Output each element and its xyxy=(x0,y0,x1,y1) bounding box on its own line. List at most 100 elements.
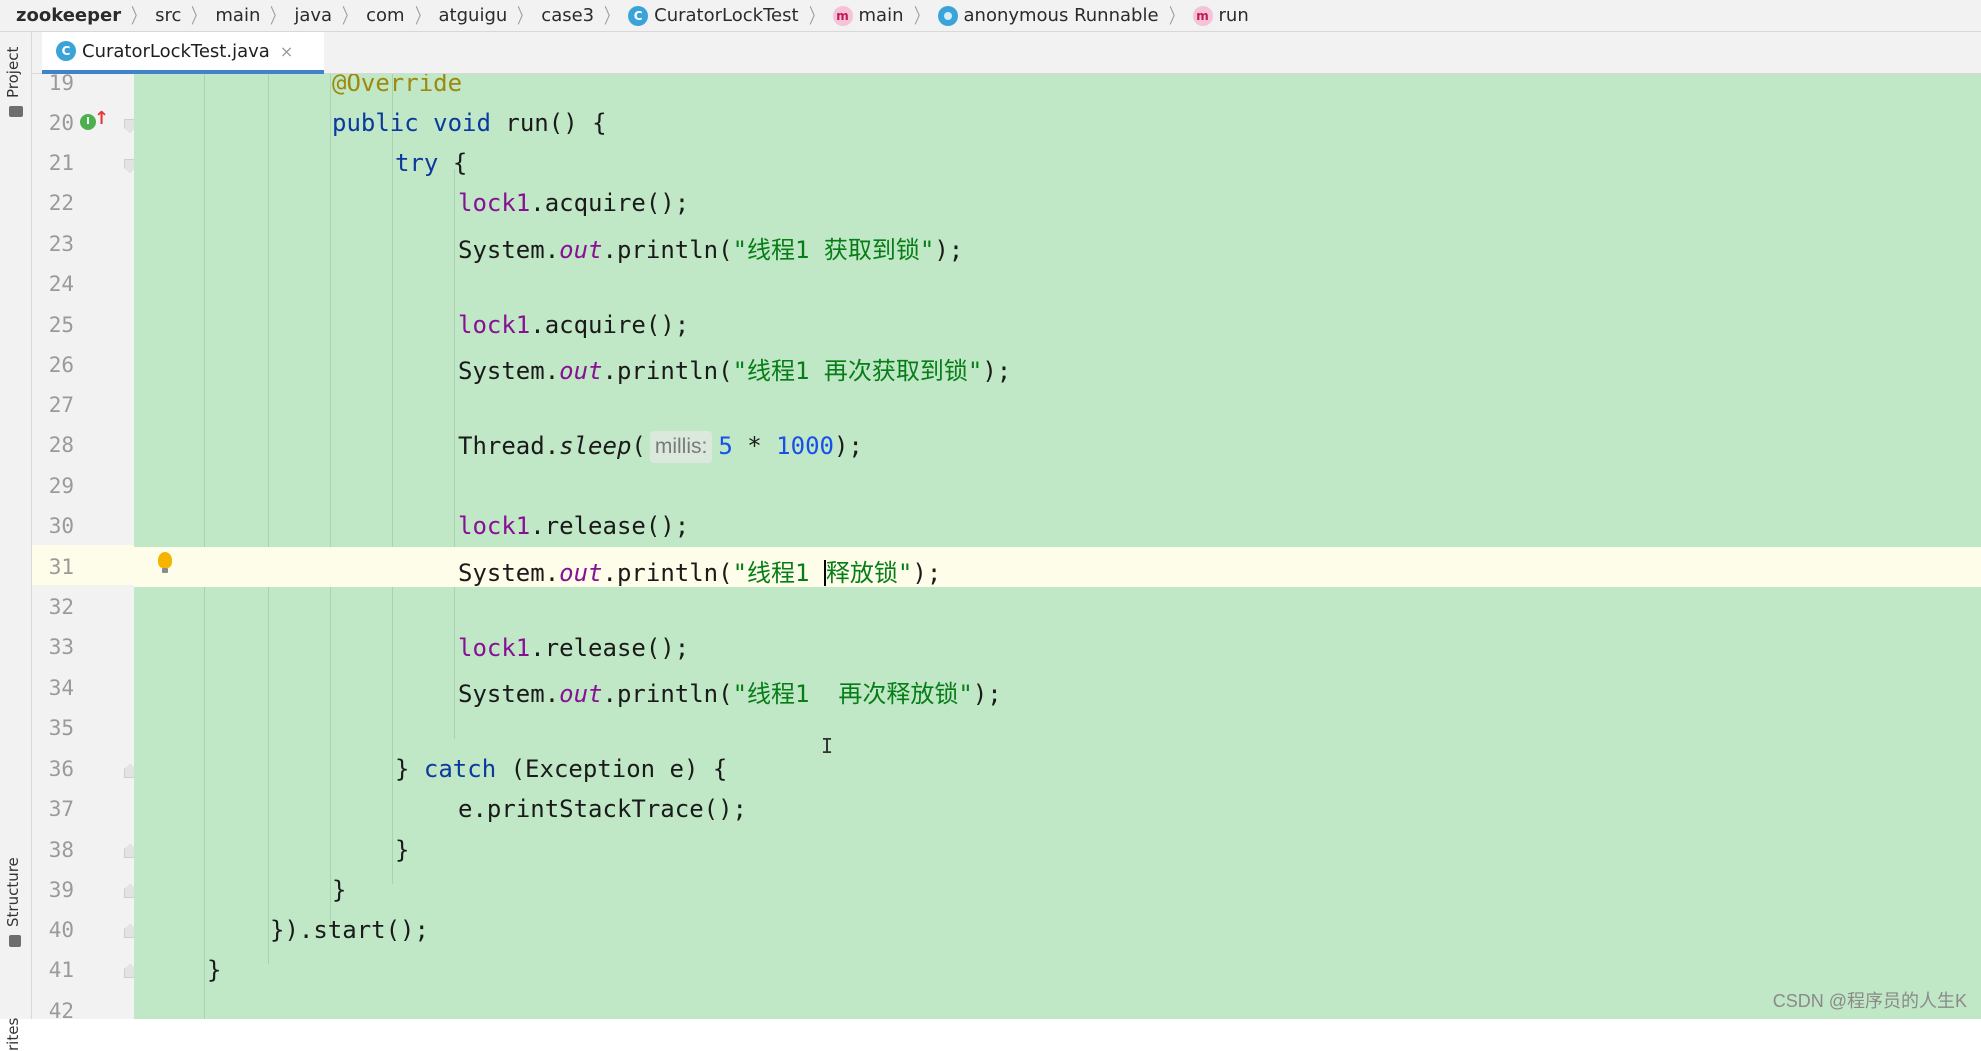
code-line-39: } xyxy=(332,876,346,904)
keyword-token: try xyxy=(395,149,439,177)
line-number[interactable]: 40 xyxy=(32,918,74,942)
breadcrumb-item-project[interactable]: zookeeper xyxy=(16,5,121,26)
code-token: .acquire(); xyxy=(530,189,690,217)
lightbulb-icon[interactable] xyxy=(158,552,172,573)
line-number[interactable]: 32 xyxy=(32,595,74,619)
code-line-23: System.out.println("线程1 获取到锁"); xyxy=(458,230,963,265)
code-token: .println( xyxy=(602,236,733,264)
line-number[interactable]: 28 xyxy=(32,433,74,457)
breadcrumb-item-main[interactable]: main xyxy=(215,5,260,26)
structure-tool-button[interactable]: Structure xyxy=(4,857,22,927)
folder-icon[interactable] xyxy=(9,106,23,117)
keyword-token: void xyxy=(433,109,491,137)
line-number[interactable]: 19 xyxy=(32,71,74,95)
line-number[interactable]: 23 xyxy=(32,232,74,256)
code-token: ( xyxy=(631,432,646,460)
keyword-token: catch xyxy=(423,755,497,783)
line-number[interactable]: 24 xyxy=(32,272,74,296)
project-tool-button[interactable]: Project xyxy=(4,47,22,98)
line-number[interactable]: 27 xyxy=(32,393,74,417)
parameter-hint: millis: xyxy=(649,431,713,463)
line-number[interactable]: 21 xyxy=(32,151,74,175)
code-token: .release(); xyxy=(530,634,690,662)
chevron-right-icon: 〉 xyxy=(342,3,357,28)
code-token: .println( xyxy=(602,357,733,385)
code-token: System. xyxy=(458,559,560,587)
line-number[interactable]: 34 xyxy=(32,676,74,700)
breadcrumb-item-method-main[interactable]: m main xyxy=(832,5,904,26)
close-icon[interactable]: × xyxy=(280,42,293,61)
code-token: } xyxy=(207,956,222,984)
static-field-token: out xyxy=(559,559,603,587)
breadcrumb-item-class[interactable]: C CuratorLockTest xyxy=(628,5,799,26)
code-token: .release(); xyxy=(530,512,690,540)
code-line-41: } xyxy=(207,956,221,984)
line-number[interactable]: 42 xyxy=(32,999,74,1023)
line-number[interactable]: 29 xyxy=(32,474,74,498)
code-token: ); xyxy=(934,236,964,264)
chevron-right-icon: 〉 xyxy=(270,3,285,28)
code-line-33: lock1.release(); xyxy=(458,634,689,662)
breadcrumb-item-java[interactable]: java xyxy=(294,5,332,26)
field-token: lock1 xyxy=(458,512,531,540)
breadcrumb-item-atguigu[interactable]: atguigu xyxy=(439,5,508,26)
method-token: sleep xyxy=(559,432,632,460)
static-field-token: out xyxy=(559,357,603,385)
structure-icon[interactable] xyxy=(9,935,21,947)
watermark: CSDN @程序员的人生K xyxy=(1772,991,1967,1011)
editor-gutter: 19 20 21 22 23 24 25 26 27 28 29 30 31 3… xyxy=(32,71,136,1023)
line-number[interactable]: 25 xyxy=(32,313,74,337)
breadcrumb-item-case3[interactable]: case3 xyxy=(541,5,594,26)
breadcrumb-item-anonymous[interactable]: anonymous Runnable xyxy=(937,5,1159,26)
string-token: "线程1 再次释放锁" xyxy=(732,680,973,708)
line-number-current[interactable]: 31 xyxy=(32,555,74,579)
tool-window-strip: Project Structure rites xyxy=(0,32,32,1051)
code-line-31: System.out.println("线程1 释放锁"); xyxy=(458,553,941,588)
chevron-right-icon: 〉 xyxy=(604,3,619,28)
line-number[interactable]: 30 xyxy=(32,514,74,538)
line-number[interactable]: 36 xyxy=(32,757,74,781)
method-icon: m xyxy=(832,5,853,26)
line-number[interactable]: 39 xyxy=(32,878,74,902)
line-number[interactable]: 26 xyxy=(32,353,74,377)
mouse-ibeam-cursor: I xyxy=(821,734,834,758)
line-number[interactable]: 38 xyxy=(32,838,74,862)
line-number[interactable]: 20 xyxy=(32,111,74,135)
indent-guide xyxy=(392,74,393,884)
line-number[interactable]: 22 xyxy=(32,191,74,215)
static-field-token: out xyxy=(559,680,603,708)
keyword-token: public xyxy=(332,109,419,137)
code-line-38: } xyxy=(395,836,409,864)
arrow-up-icon[interactable]: ↑ xyxy=(94,108,109,129)
field-token: lock1 xyxy=(458,634,531,662)
code-editor[interactable]: @Override public void run() { try { lock… xyxy=(134,74,1981,1019)
breadcrumb-item-src[interactable]: src xyxy=(155,5,181,26)
line-number[interactable]: 33 xyxy=(32,635,74,659)
line-number[interactable]: 35 xyxy=(32,716,74,740)
breadcrumb-item-class-label: CuratorLockTest xyxy=(654,5,799,26)
line-number[interactable]: 41 xyxy=(32,958,74,982)
favorites-tool-button[interactable]: rites xyxy=(4,1018,22,1051)
code-token: ); xyxy=(982,357,1012,385)
indent-guide xyxy=(330,74,331,924)
code-token: } xyxy=(395,755,424,783)
code-line-25: lock1.acquire(); xyxy=(458,311,689,339)
code-line-20: public void run() { xyxy=(332,109,607,137)
code-line-22: lock1.acquire(); xyxy=(458,189,689,217)
code-token: run() { xyxy=(505,109,607,137)
code-token: System. xyxy=(458,680,560,708)
breadcrumb-item-com[interactable]: com xyxy=(366,5,404,26)
breadcrumb-item-anonymous-label: anonymous Runnable xyxy=(963,5,1159,26)
code-token: }).start(); xyxy=(270,916,429,944)
class-icon: C xyxy=(56,41,76,61)
chevron-right-icon: 〉 xyxy=(808,3,823,28)
code-token: .acquire(); xyxy=(530,311,690,339)
class-icon: C xyxy=(628,5,649,26)
code-token: (Exception e) { xyxy=(496,755,728,783)
tab-curatorlocktest[interactable]: C CuratorLockTest.java × xyxy=(42,32,324,74)
chevron-right-icon: 〉 xyxy=(517,3,532,28)
code-line-34: System.out.println("线程1 再次释放锁"); xyxy=(458,674,1002,709)
line-number[interactable]: 37 xyxy=(32,797,74,821)
breadcrumb-item-method-run[interactable]: m run xyxy=(1192,5,1249,26)
code-token: ); xyxy=(912,559,942,587)
